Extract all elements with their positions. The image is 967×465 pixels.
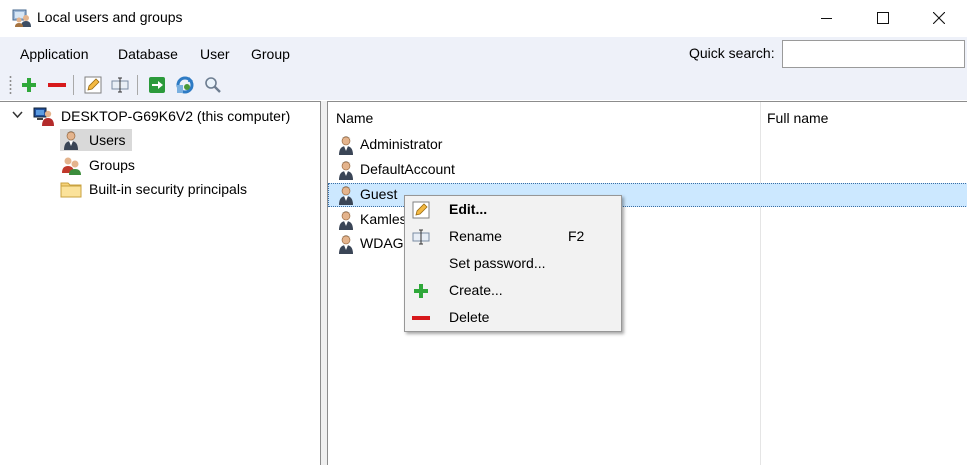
- menu-database[interactable]: Database: [118, 46, 178, 62]
- remove-button[interactable]: [47, 75, 67, 95]
- close-icon: [933, 12, 945, 24]
- toolbar: [0, 71, 967, 100]
- remove-icon: [48, 83, 66, 87]
- maximize-button[interactable]: [855, 0, 911, 36]
- tree-root-node[interactable]: DESKTOP-G69K6V2 (this computer): [33, 105, 290, 127]
- group-icon: [60, 155, 82, 175]
- table-row[interactable]: DefaultAccount: [328, 158, 967, 182]
- menu-item-set-password[interactable]: Set password...: [405, 250, 621, 277]
- edit-icon: [411, 200, 431, 220]
- tree-item-label: Users: [89, 132, 126, 148]
- tree-panel: DESKTOP-G69K6V2 (this computer) Users Gr…: [0, 101, 321, 465]
- refresh-icon: [176, 76, 194, 94]
- maximize-icon: [877, 12, 889, 24]
- tree-item-users[interactable]: Users: [60, 129, 132, 151]
- toolbar-grip[interactable]: [9, 75, 12, 95]
- user-icon: [339, 136, 353, 155]
- users-groups-icon: [12, 9, 32, 27]
- menu-group[interactable]: Group: [251, 46, 290, 62]
- user-icon: [339, 235, 353, 254]
- export-button[interactable]: [147, 75, 167, 95]
- menu-item-label: Create...: [449, 282, 503, 298]
- menu-item-label: Delete: [449, 309, 490, 325]
- menu-item-label: Edit...: [449, 201, 488, 217]
- user-icon: [339, 161, 353, 180]
- edit-icon: [84, 76, 102, 94]
- menu-application[interactable]: Application: [20, 46, 89, 62]
- column-header-full-name[interactable]: Full name: [767, 110, 828, 126]
- title-bar: Local users and groups: [0, 0, 967, 36]
- user-name: Guest: [360, 186, 398, 202]
- export-icon: [149, 77, 165, 93]
- computer-users-icon: [33, 106, 55, 126]
- add-button[interactable]: [19, 75, 39, 95]
- remove-icon: [411, 308, 431, 328]
- user-icon: [60, 130, 82, 150]
- menu-item-rename[interactable]: Rename F2: [405, 223, 621, 250]
- close-button[interactable]: [911, 0, 967, 36]
- add-icon: [411, 281, 431, 301]
- quick-search-label: Quick search:: [689, 45, 775, 61]
- table-row[interactable]: Administrator: [328, 133, 967, 157]
- user-icon: [339, 186, 353, 205]
- menu-item-create[interactable]: Create...: [405, 277, 621, 304]
- tree-item-label: Built-in security principals: [89, 181, 247, 197]
- toolbar-separator: [73, 75, 74, 95]
- minimize-button[interactable]: [799, 0, 855, 36]
- rename-button[interactable]: [110, 75, 130, 95]
- menu-item-label: Rename: [449, 228, 502, 244]
- refresh-button[interactable]: [175, 75, 195, 95]
- quick-search-input[interactable]: [782, 40, 965, 68]
- menu-item-shortcut: F2: [568, 228, 585, 244]
- window-title: Local users and groups: [37, 9, 183, 25]
- user-name: Administrator: [360, 136, 443, 152]
- search-button[interactable]: [203, 75, 223, 95]
- user-icon: [339, 211, 353, 230]
- menu-user[interactable]: User: [200, 46, 230, 62]
- folder-icon: [60, 179, 82, 199]
- rename-icon: [111, 77, 129, 93]
- tree-root-label: DESKTOP-G69K6V2 (this computer): [61, 108, 291, 124]
- edit-button[interactable]: [83, 75, 103, 95]
- rename-icon: [411, 227, 431, 247]
- toolbar-separator: [137, 75, 138, 95]
- user-name: DefaultAccount: [360, 161, 455, 177]
- tree-item-groups[interactable]: Groups: [60, 154, 135, 176]
- menu-bar: Application Database User Group Quick se…: [0, 37, 967, 71]
- user-name: Kamles: [360, 211, 407, 227]
- column-header-name[interactable]: Name: [336, 110, 373, 126]
- chevron-down-icon[interactable]: [12, 111, 23, 119]
- add-icon: [22, 78, 36, 92]
- tree-item-builtin-principals[interactable]: Built-in security principals: [60, 178, 247, 200]
- tree-item-label: Groups: [89, 157, 135, 173]
- search-icon: [205, 77, 221, 93]
- menu-item-label: Set password...: [449, 255, 546, 271]
- minimize-icon: [821, 18, 832, 19]
- menu-item-edit[interactable]: Edit...: [405, 196, 621, 223]
- context-menu: Edit... Rename F2 Set password... Create…: [404, 195, 622, 332]
- menu-item-delete[interactable]: Delete: [405, 304, 621, 331]
